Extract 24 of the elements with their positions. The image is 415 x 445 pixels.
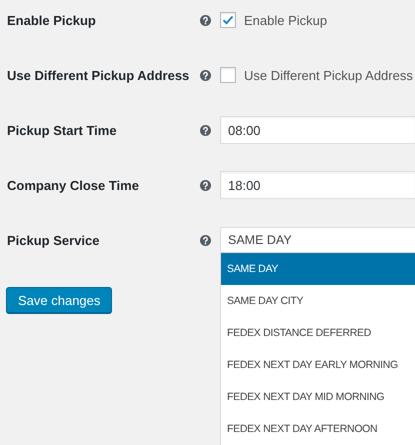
field-label: Pickup Start Time [7,122,118,138]
checkbox[interactable] [220,67,236,83]
time-field[interactable]: 08:00 [220,116,415,144]
help-icon [200,124,211,136]
checkbox-label: Enable Pickup [244,12,328,28]
field-label: Company Close Time [7,178,140,192]
field-label: Enable Pickup [7,12,97,28]
dropdown-option[interactable]: FEDEX NEXT DAY EARLY MORNING [221,349,415,381]
help-icon [200,14,211,26]
save-button[interactable]: Save changes [6,287,112,313]
dropdown-option[interactable]: FEDEX DISTANCE DEFERRED [221,317,415,349]
help-icon [200,234,211,246]
checkbox[interactable] [220,12,236,28]
time-field[interactable]: 18:00 [220,171,415,199]
help-icon [200,70,211,80]
dropdown-option[interactable]: SAME DAY CITY [221,285,415,317]
dropdown-option[interactable]: SAME DAY [221,253,415,285]
help-icon [200,180,211,190]
field-label: Pickup Service [7,232,100,248]
dropdown-option[interactable]: FEDEX NEXT DAY AFTERNOON [221,413,415,445]
field-label: Use Different Pickup Address [7,68,190,82]
dropdown-option[interactable]: FEDEX NEXT DAY MID MORNING [221,381,415,413]
checkbox-label: Use Different Pickup Address [244,68,413,82]
select-field[interactable]: SAME DAY [220,227,415,253]
